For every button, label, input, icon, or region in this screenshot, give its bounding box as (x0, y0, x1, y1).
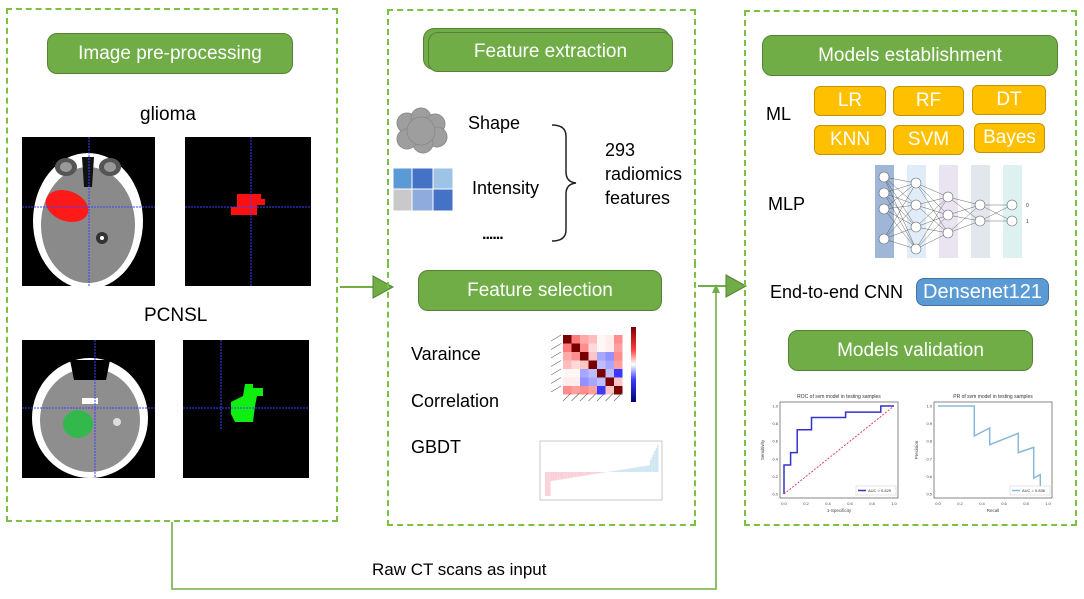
x-tick-label: 0.6 (847, 501, 853, 506)
mlp-neuron (878, 203, 890, 215)
bypass-label: Raw CT scans as input (372, 560, 547, 579)
mlp-neuron (878, 187, 890, 199)
mlp-neuron (1006, 215, 1018, 227)
roc-chart: ROC of svm model in testing samples0.0 0.… (760, 394, 899, 513)
mlp-neuron (1006, 199, 1018, 211)
pr-chart: PR of svm model in testing samples 0.0 0.2… (914, 394, 1053, 513)
x-tick-label: 0.0 (935, 501, 941, 506)
ml-model-dt: DT (972, 85, 1046, 115)
x-tick-label: 1.0 (891, 501, 897, 506)
mlp-neuron (878, 233, 890, 245)
x-tick-label: 0.8 (869, 501, 875, 506)
cnn-label: End-to-end CNN (770, 282, 904, 302)
y-tick-label: 1.0 (772, 404, 778, 409)
x-axis-label: 1-Specificity (827, 508, 852, 513)
models-establishment-title: Models establishment (762, 35, 1058, 76)
mlp-label: MLP (768, 194, 806, 214)
mlp-neuron (878, 171, 890, 183)
x-tick-label: 0.2 (957, 501, 963, 506)
y-tick-label: 0.0 (772, 492, 778, 497)
ml-model-rf: RF (893, 86, 964, 116)
mlp-neuron (910, 177, 922, 189)
cnn-model-densenet121: Densenet121 (916, 278, 1049, 306)
x-tick-label: 0.2 (803, 501, 809, 506)
models-validation-title: Models validation (788, 330, 1033, 371)
legend: AUC = 0.836 (1009, 485, 1051, 496)
y-tick-label: 0.2 (772, 474, 778, 479)
legend: AUC = 0.829 (855, 485, 897, 496)
x-tick-label: 0.8 (1023, 501, 1029, 506)
x-tick-label: 1.0 (1045, 501, 1051, 506)
y-tick-label: 1.0 (926, 404, 932, 409)
x-axis-label: Recall (987, 508, 1000, 513)
mlp-neuron (910, 221, 922, 233)
x-tick-label: 0.0 (781, 501, 787, 506)
ml-model-knn: KNN (814, 125, 886, 155)
y-tick-label: 0.9 (926, 421, 932, 426)
chart-title: ROC of svm model in testing samples (797, 394, 881, 400)
mlp-neuron (942, 209, 954, 221)
mlp-neuron (942, 191, 954, 203)
mlp-network-diagram: 01 (875, 165, 1029, 258)
mlp-output-label: 1 (1026, 219, 1029, 225)
y-tick-label: 0.4 (772, 456, 778, 461)
y-tick-label: 0.8 (772, 421, 778, 426)
mlp-neuron (910, 199, 922, 211)
y-tick-label: 0.6 (772, 439, 778, 444)
mlp-layer-band (971, 165, 990, 258)
ml-model-bayes: Bayes (974, 123, 1045, 153)
x-tick-label: 0.4 (979, 501, 985, 506)
x-tick-label: 0.4 (825, 501, 831, 506)
mlp-neuron (910, 243, 922, 255)
legend-label: AUC = 0.836 (1022, 488, 1046, 493)
x-tick-label: 0.6 (1001, 501, 1007, 506)
mlp-neuron (942, 227, 954, 239)
y-tick-label: 0.7 (926, 456, 932, 461)
ml-model-lr: LR (814, 86, 886, 116)
chart-title: PR of svm model in testing samples (953, 394, 1033, 400)
mlp-output-label: 0 (1026, 203, 1029, 209)
mlp-neuron (974, 215, 986, 227)
mlp-layer-band (1003, 165, 1022, 258)
ml-label: ML (766, 104, 792, 124)
y-tick-label: 0.6 (926, 474, 932, 479)
y-axis-label: Precision (914, 440, 919, 459)
legend-label: AUC = 0.829 (868, 488, 892, 493)
mlp-neuron (974, 199, 986, 211)
y-tick-label: 0.5 (926, 492, 932, 497)
y-axis-label: Sensitivity (760, 439, 765, 460)
y-tick-label: 0.8 (926, 439, 932, 444)
ml-model-svm: SVM (893, 125, 964, 155)
